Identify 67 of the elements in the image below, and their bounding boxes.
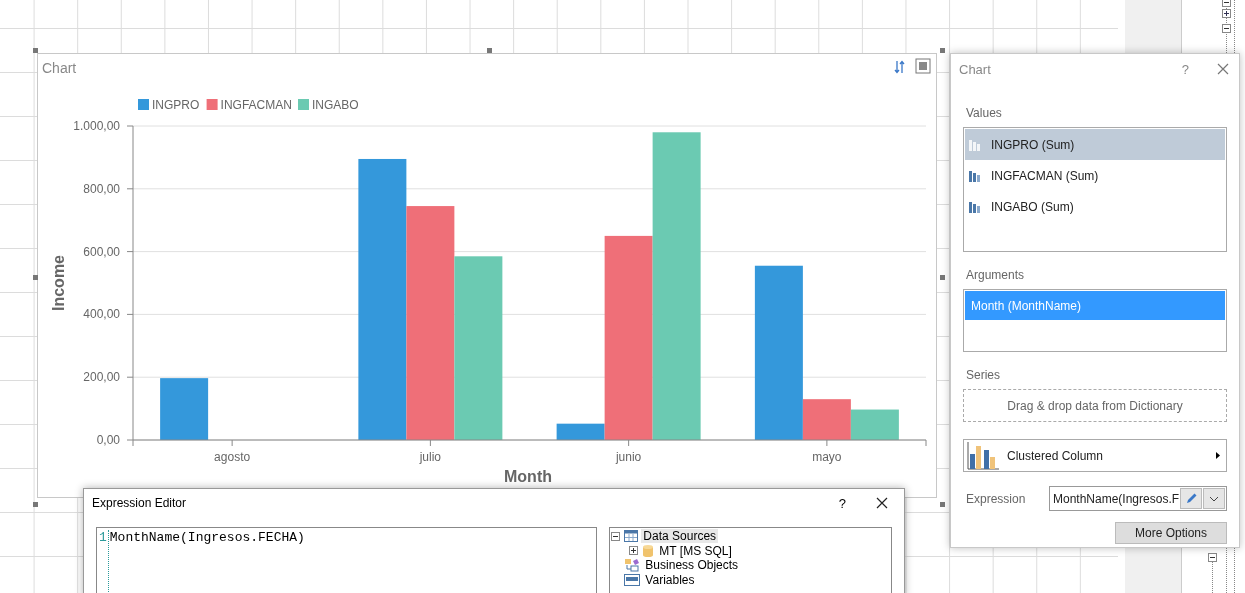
table-icon xyxy=(624,530,639,543)
dialog-title: Expression Editor xyxy=(92,496,188,510)
resize-handle[interactable] xyxy=(940,48,945,53)
y-tick-label: 600,00 xyxy=(83,244,120,259)
value-item[interactable]: INGPRO (Sum) xyxy=(965,129,1225,160)
x-tick-label: julio xyxy=(419,450,442,464)
x-tick-label: agosto xyxy=(214,450,251,464)
resize-handle[interactable] xyxy=(33,275,38,280)
y-tick-label: 0,00 xyxy=(96,433,120,447)
value-item[interactable]: INGFACMAN (Sum) xyxy=(965,160,1225,191)
collapse-icon[interactable] xyxy=(1222,24,1231,33)
database-icon xyxy=(642,543,655,558)
legend-label: INGFACMAN xyxy=(220,98,292,112)
x-tick-label: junio xyxy=(615,450,642,464)
variables-icon xyxy=(624,573,641,586)
edit-button[interactable] xyxy=(1180,488,1202,509)
expression-field[interactable]: MonthName(Ingresos.F xyxy=(1049,486,1227,511)
help-button[interactable]: ? xyxy=(838,495,846,511)
tree-item[interactable]: Data Sources xyxy=(641,529,719,544)
more-options-button[interactable]: More Options xyxy=(1115,522,1227,544)
resize-handle[interactable] xyxy=(940,275,945,280)
close-icon[interactable] xyxy=(876,497,888,509)
bar-chart-icon xyxy=(969,138,981,151)
chart-title: Chart xyxy=(42,60,77,76)
x-tick-label: mayo xyxy=(812,450,842,464)
legend-label: INGPRO xyxy=(152,98,200,112)
code-text: MonthName(Ingresos.FECHA) xyxy=(108,530,305,547)
legend-label: INGABO xyxy=(312,98,359,112)
y-tick-label: 1.000,00 xyxy=(73,119,120,133)
collapse-icon[interactable] xyxy=(1222,0,1231,7)
code-editor[interactable]: 1 MonthName(Ingresos.FECHA) xyxy=(96,527,598,593)
section-label: Arguments xyxy=(966,268,1026,282)
resize-handle[interactable] xyxy=(33,502,38,507)
y-tick-label: 400,00 xyxy=(83,307,120,322)
collapse-icon[interactable] xyxy=(1208,553,1217,562)
caret-icon xyxy=(1216,452,1220,459)
tree-item[interactable]: Business Objects xyxy=(643,558,741,573)
chevron-down-icon xyxy=(1209,495,1219,502)
value-item[interactable]: INGABO (Sum) xyxy=(965,191,1225,222)
bar-chart-icon xyxy=(969,169,981,182)
y-tick-label: 800,00 xyxy=(83,181,120,196)
resize-handle[interactable] xyxy=(487,48,492,53)
expand-icon[interactable] xyxy=(1222,9,1231,18)
bar xyxy=(160,378,209,440)
x-axis-title: Month xyxy=(504,468,552,485)
section-label: Values xyxy=(966,106,1003,120)
expand-icon[interactable] xyxy=(629,546,639,556)
sort-icon[interactable] xyxy=(894,60,905,74)
tree-item[interactable]: Variables xyxy=(643,572,697,587)
resize-handle[interactable] xyxy=(33,48,38,53)
objects-icon xyxy=(624,558,641,573)
tree-item[interactable]: MT [MS SQL] xyxy=(657,543,734,558)
section-label: Series xyxy=(966,368,1001,382)
help-button[interactable]: ? xyxy=(1181,61,1189,77)
line-number: 1 xyxy=(97,530,109,593)
bar-chart-icon xyxy=(969,200,981,213)
y-tick-label: 200,00 xyxy=(83,370,120,385)
collapse-icon[interactable] xyxy=(611,531,621,541)
series-drop-zone[interactable]: Drag & drop data from Dictionary xyxy=(963,389,1227,422)
field-label: Expression xyxy=(965,491,1027,506)
panel-title: Chart xyxy=(959,61,992,77)
chart-type-dropdown[interactable]: Clustered Column xyxy=(963,439,1227,472)
resize-handle[interactable] xyxy=(940,502,945,507)
pencil-icon xyxy=(1184,492,1198,505)
maximize-icon[interactable] xyxy=(915,58,931,74)
y-axis-title: Income xyxy=(50,255,67,311)
clustered-column-icon xyxy=(967,441,999,470)
